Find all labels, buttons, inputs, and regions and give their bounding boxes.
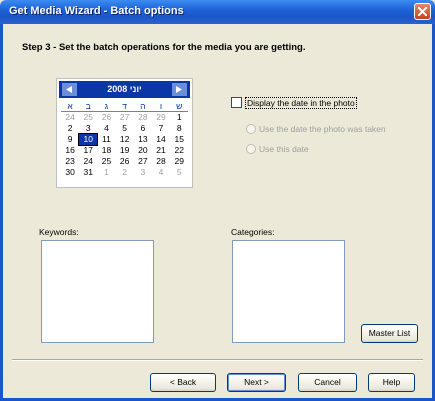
chevron-right-icon: [176, 86, 182, 93]
keywords-label: Keywords:: [39, 227, 79, 237]
calendar-day[interactable]: 30: [61, 167, 79, 178]
calendar-day[interactable]: 29: [152, 112, 170, 123]
window-title: Get Media Wizard - Batch options: [9, 5, 184, 17]
calendar-day[interactable]: 2: [61, 123, 79, 134]
calendar-day[interactable]: 26: [116, 156, 134, 167]
calendar-day[interactable]: 16: [61, 145, 79, 156]
calendar-day[interactable]: 3: [134, 167, 152, 178]
calendar-week-row: 24 25 26 27 28 29 1: [61, 112, 189, 123]
calendar-dow: א: [61, 101, 80, 112]
calendar-day-selected[interactable]: 10: [78, 133, 99, 146]
footer-separator: [12, 359, 423, 361]
step-heading: Step 3 - Set the batch operations for th…: [22, 42, 306, 53]
calendar-dow: ה: [133, 101, 152, 112]
calendar-week-row: 30 31 1 2 3 4 5: [61, 167, 189, 178]
calendar-day[interactable]: 18: [97, 145, 115, 156]
calendar-day[interactable]: 2: [116, 167, 134, 178]
date-taken-label: Use the date the photo was taken: [259, 124, 386, 134]
calendar-dow: ד: [115, 101, 134, 112]
calendar-day[interactable]: 1: [97, 167, 115, 178]
display-date-label[interactable]: Display the date in the photo: [245, 97, 357, 109]
calendar-day[interactable]: 7: [152, 123, 170, 134]
calendar-day[interactable]: 4: [97, 123, 115, 134]
title-bar[interactable]: Get Media Wizard - Batch options: [0, 0, 435, 24]
calendar-day[interactable]: 5: [116, 123, 134, 134]
calendar-day[interactable]: 3: [79, 123, 97, 134]
next-month-button[interactable]: [172, 83, 187, 96]
calendar-dow: ג: [97, 101, 116, 112]
calendar-day[interactable]: 28: [152, 156, 170, 167]
calendar-day[interactable]: 5: [170, 167, 188, 178]
calendar-day[interactable]: 26: [97, 112, 115, 123]
calendar-week-row: 16 17 18 19 20 21 22: [61, 145, 189, 156]
calendar-week-row: 2345678: [61, 123, 189, 134]
calendar-day[interactable]: 4: [152, 167, 170, 178]
calendar-day[interactable]: 22: [170, 145, 188, 156]
calendar-day[interactable]: 25: [79, 112, 97, 123]
date-taken-radio[interactable]: [246, 124, 256, 134]
calendar-day[interactable]: 6: [134, 123, 152, 134]
calendar-day[interactable]: 14: [152, 134, 170, 145]
calendar-day[interactable]: 31: [79, 167, 97, 178]
close-button[interactable]: [414, 3, 431, 20]
display-date-checkbox[interactable]: [231, 97, 242, 108]
calendar-day[interactable]: 12: [116, 134, 134, 145]
calendar-day[interactable]: 25: [97, 156, 115, 167]
cancel-button[interactable]: Cancel: [298, 373, 357, 392]
calendar-dow: ש: [170, 101, 189, 112]
calendar-day[interactable]: 28: [134, 112, 152, 123]
calendar-day[interactable]: 15: [170, 134, 188, 145]
prev-month-button[interactable]: [62, 83, 77, 96]
calendar-day[interactable]: 20: [134, 145, 152, 156]
keywords-list[interactable]: [41, 240, 154, 343]
categories-list[interactable]: [232, 240, 345, 343]
help-button[interactable]: Help: [368, 373, 415, 392]
master-list-button[interactable]: Master List: [361, 324, 418, 343]
calendar-day[interactable]: 11: [97, 134, 115, 145]
calendar-dow-row: א ב ג ד ה ו ש: [61, 101, 189, 112]
calendar-day[interactable]: 8: [170, 123, 188, 134]
calendar-day[interactable]: 21: [152, 145, 170, 156]
wizard-window: Get Media Wizard - Batch options Step 3 …: [0, 0, 435, 401]
calendar-week-row: 9 10 11 12 13 14 15: [61, 133, 189, 146]
calendar-day[interactable]: 9: [61, 134, 79, 145]
calendar-day[interactable]: 27: [134, 156, 152, 167]
calendar-day[interactable]: 24: [61, 112, 79, 123]
this-date-radio[interactable]: [246, 144, 256, 154]
next-button[interactable]: Next >: [227, 373, 286, 392]
calendar-dow: ב: [79, 101, 98, 112]
calendar-week-row: 23 24 25 26 27 28 29: [61, 156, 189, 167]
calendar-grid: א ב ג ד ה ו ש 24 25 26 27 28 29 1 2 3 4 5 6 7 8 9 10 11 1…: [61, 101, 189, 178]
calendar-day[interactable]: 29: [170, 156, 188, 167]
calendar-day[interactable]: 17: [79, 145, 97, 156]
calendar-day[interactable]: 23: [61, 156, 79, 167]
calendar-dow: ו: [151, 101, 171, 112]
calendar-day[interactable]: 13: [134, 134, 152, 145]
calendar-day[interactable]: 1: [170, 112, 188, 123]
back-button[interactable]: < Back: [150, 373, 216, 392]
window-frame-left: [0, 24, 3, 401]
categories-label: Categories:: [231, 227, 275, 237]
close-icon: [418, 7, 427, 16]
calendar-day[interactable]: 19: [116, 145, 134, 156]
calendar-month-label: 2008 יוני: [107, 84, 142, 94]
this-date-label: Use this date: [259, 144, 309, 154]
calendar-day[interactable]: 27: [116, 112, 134, 123]
calendar-day[interactable]: 24: [79, 156, 97, 167]
calendar-header: 2008 יוני: [59, 81, 190, 98]
date-calendar[interactable]: 2008 יוני א ב ג ד ה ו ש 24 25 26 27 28 29 1 2 3 4…: [56, 78, 193, 188]
chevron-left-icon: [66, 86, 72, 93]
